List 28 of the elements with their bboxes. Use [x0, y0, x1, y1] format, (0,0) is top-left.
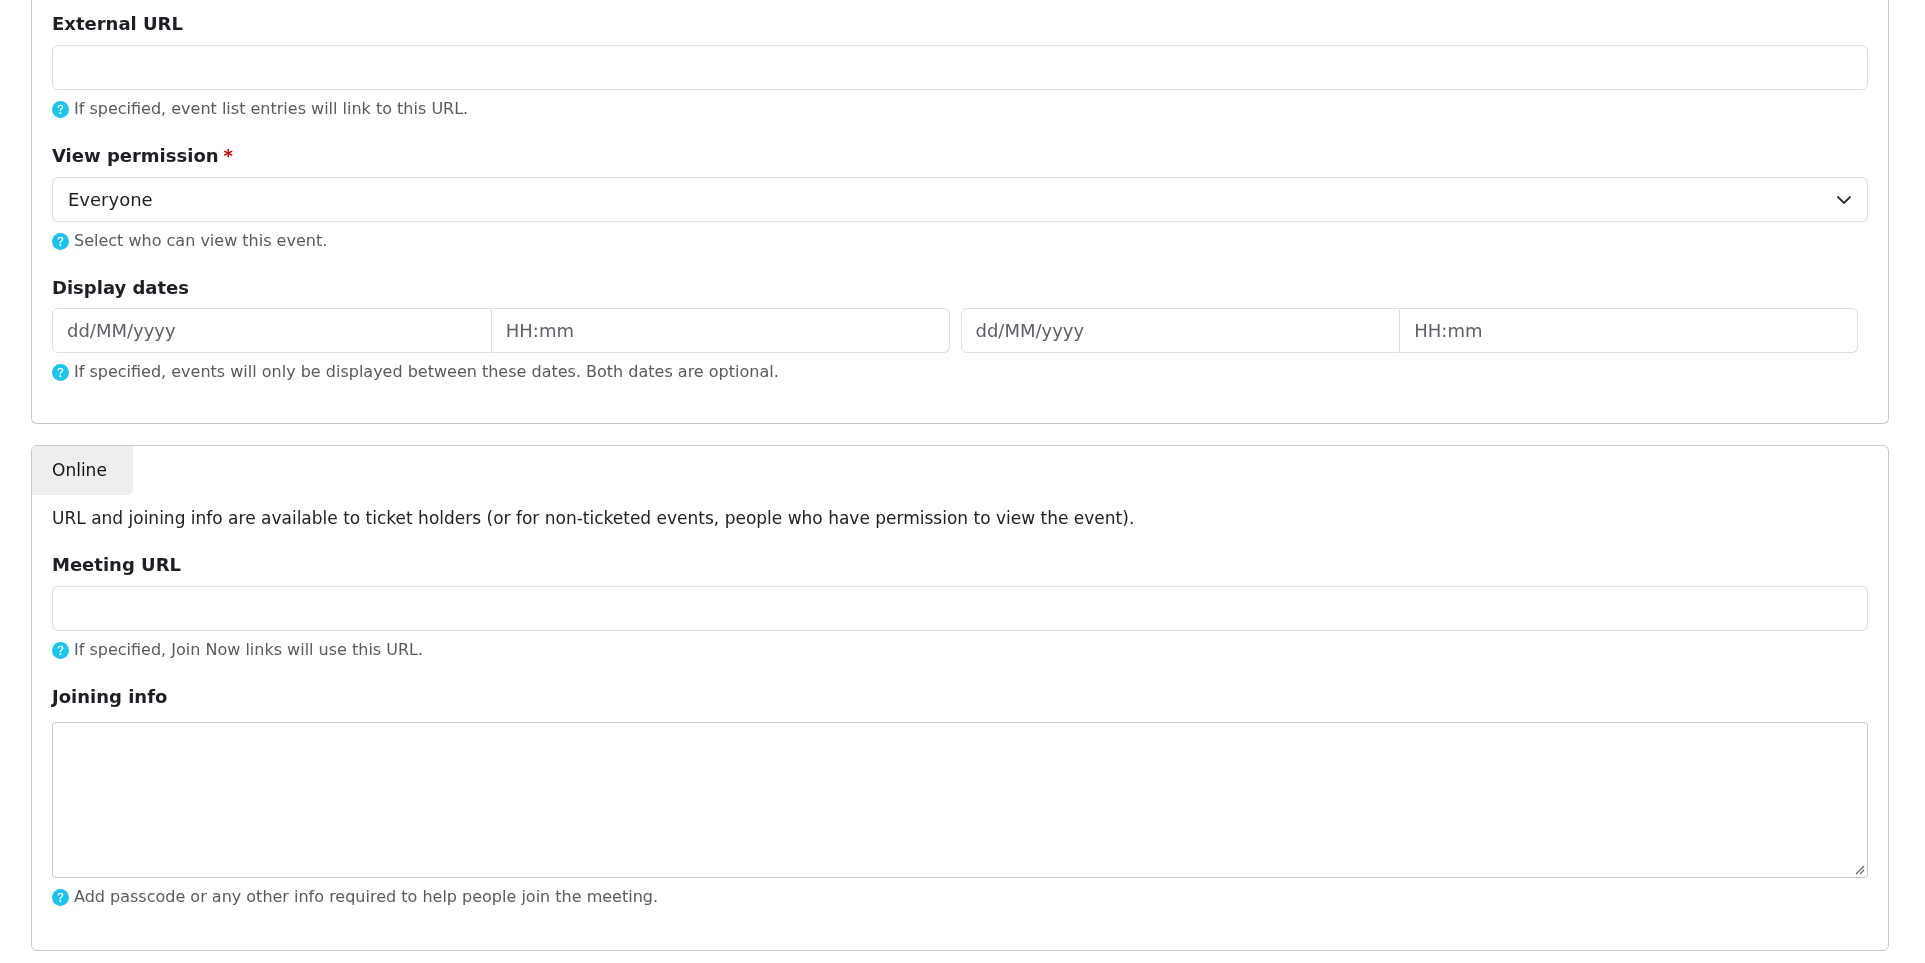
text-input-field[interactable] [52, 45, 1868, 90]
help-icon [52, 232, 69, 250]
text-input-field[interactable] [52, 586, 1868, 631]
field-label: Display dates [52, 276, 190, 300]
time-input-field[interactable]: HH:mm [491, 308, 950, 353]
help-text: If specified, event list entries will link to this URL. [74, 98, 469, 120]
select-field[interactable]: Everyone [52, 177, 1868, 222]
section-heading: Online [32, 446, 133, 495]
chevron-down-icon [1837, 195, 1851, 204]
time-input-field[interactable]: HH:mm [1400, 308, 1858, 353]
help-text: Select who can view this event. [74, 230, 328, 252]
field-label: Joining info [52, 685, 168, 709]
section-description: URL and joining info are available to ticket holders (or for non-ticketed events, people who have permission to view the event). [52, 507, 1135, 529]
field-label: Meeting URL [52, 553, 181, 577]
help-icon [52, 641, 69, 659]
help-icon [52, 363, 69, 381]
required-mark: * [223, 144, 233, 168]
date-input-field[interactable]: dd/MM/yyyy [52, 308, 492, 353]
help-icon [52, 100, 69, 118]
resize-grip-icon[interactable] [1855, 865, 1865, 875]
help-text: If specified, events will only be displayed between these dates. Both dates are optional. [74, 361, 779, 383]
help-icon [52, 888, 69, 906]
textarea-field[interactable] [52, 722, 1868, 878]
field-label: External URL [52, 12, 183, 36]
date-input-field[interactable]: dd/MM/yyyy [960, 308, 1401, 353]
help-text: Add passcode or any other info required to help people join the meeting. [74, 886, 658, 908]
help-text: If specified, Join Now links will use this URL. [74, 639, 424, 661]
field-label: View permission [52, 144, 219, 168]
